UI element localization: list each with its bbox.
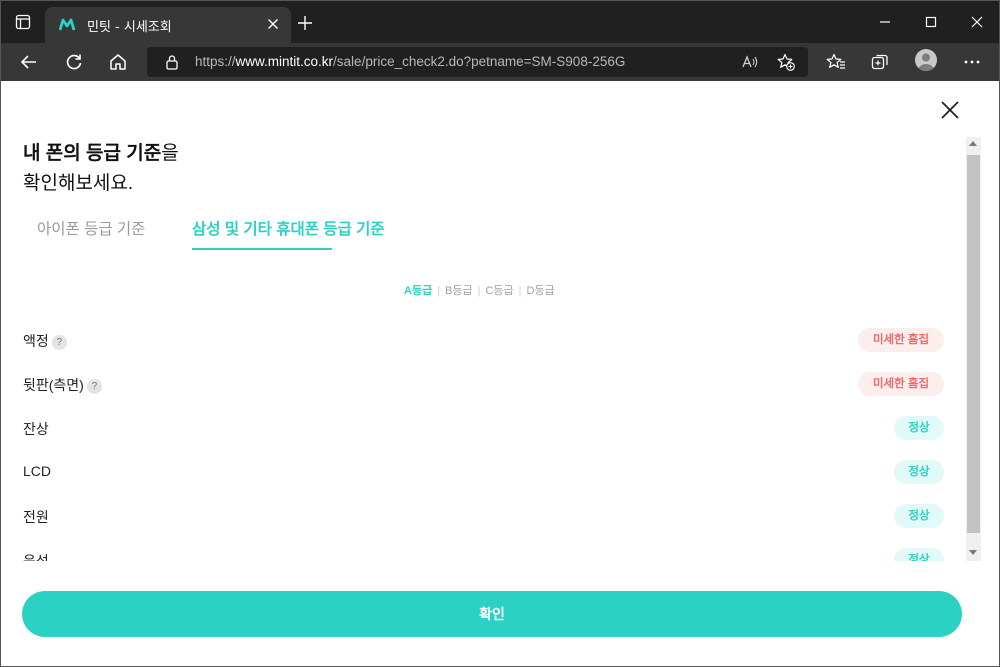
favorites-icon[interactable] <box>826 52 846 72</box>
criteria-label: LCD <box>23 463 52 479</box>
modal-heading: 내 폰의 등급 기준을 확인해보세요. <box>23 139 179 199</box>
address-bar[interactable]: https://www.mintit.co.kr/sale/price_chec… <box>147 47 808 77</box>
status-badge: 미세한 흠집 <box>858 372 944 396</box>
grade-b[interactable]: B등급 <box>445 282 473 298</box>
more-menu-icon[interactable] <box>962 52 982 72</box>
collections-icon[interactable] <box>870 52 890 72</box>
grade-selector: A등급 | B등급 | C등급 | D등급 <box>404 282 555 298</box>
criteria-row-voice: 음성 정상 <box>1 539 966 561</box>
window-close-icon[interactable] <box>967 12 987 32</box>
criteria-row-afterimage: 잔상 정상 <box>1 407 966 451</box>
criteria-label: 음성 <box>23 553 49 561</box>
grade-criteria-modal: 내 폰의 등급 기준을 확인해보세요. 아이폰 등급 기준 삼성 및 기타 휴대… <box>1 81 999 666</box>
grade-separator: | <box>437 285 441 297</box>
scroll-down-arrow-icon[interactable] <box>969 550 977 555</box>
url-domain: www.mintit.co.kr <box>235 54 334 69</box>
address-toolbar: https://www.mintit.co.kr/sale/price_chec… <box>1 43 999 81</box>
mintit-favicon <box>59 18 76 31</box>
url-text[interactable]: https://www.mintit.co.kr/sale/price_chec… <box>195 54 625 69</box>
criteria-row-back-side: 뒷판(측면)? 미세한 흠집 <box>1 363 966 407</box>
criteria-list: 액정? 미세한 흠집 뒷판(측면)? 미세한 흠집 잔상 정상 LCD 정상 전… <box>1 319 966 561</box>
scroll-thumb[interactable] <box>967 155 980 533</box>
add-favorite-icon[interactable] <box>777 53 795 71</box>
criteria-label: 전원 <box>23 509 49 525</box>
tab-actions-icon[interactable] <box>15 14 31 30</box>
status-badge: 정상 <box>894 460 944 484</box>
scroll-up-arrow-icon[interactable] <box>969 141 977 146</box>
criteria-row-lcd: LCD 정상 <box>1 451 966 495</box>
browser-window: 민팃 - 시세조회 https://www.mintit.co.kr/sale/… <box>0 0 1000 667</box>
profile-avatar[interactable] <box>915 49 937 71</box>
minimize-icon[interactable] <box>875 12 895 32</box>
url-prefix: https:// <box>195 54 236 69</box>
active-tab-indicator <box>192 248 332 250</box>
status-badge: 정상 <box>894 504 944 528</box>
tab-title: 민팃 - 시세조회 <box>87 20 172 35</box>
new-tab-icon[interactable] <box>297 15 313 31</box>
home-icon[interactable] <box>108 52 128 72</box>
criteria-label: 뒷판(측면)? <box>23 375 102 395</box>
lock-icon[interactable] <box>165 54 179 70</box>
url-path: /sale/price_check2.do?petname=SM-S908-25… <box>333 54 626 69</box>
heading-strong: 내 폰의 등급 기준 <box>23 143 162 164</box>
browser-tab[interactable]: 민팃 - 시세조회 <box>45 7 291 43</box>
back-arrow-icon[interactable] <box>19 52 39 72</box>
tab-iphone-criteria[interactable]: 아이폰 등급 기준 <box>37 217 145 239</box>
user-icon <box>918 53 934 71</box>
status-badge: 정상 <box>894 548 944 561</box>
criteria-row-screen: 액정? 미세한 흠집 <box>1 319 966 363</box>
criteria-label-text: 뒷판(측면) <box>23 377 84 393</box>
criteria-label-text: 액정 <box>23 333 49 349</box>
criteria-label: 액정? <box>23 331 67 351</box>
grade-d[interactable]: D등급 <box>527 282 555 298</box>
grade-separator: | <box>477 285 481 297</box>
modal-close-icon[interactable] <box>939 99 961 121</box>
refresh-icon[interactable] <box>64 52 84 72</box>
tab-samsung-criteria[interactable]: 삼성 및 기타 휴대폰 등급 기준 <box>192 217 385 239</box>
scrollbar[interactable] <box>966 137 981 561</box>
tab-close-icon[interactable] <box>265 16 281 32</box>
heading-line-2: 확인해보세요. <box>23 173 134 194</box>
heading-line-1: 내 폰의 등급 기준을 <box>23 139 179 169</box>
grade-separator: | <box>518 285 522 297</box>
criteria-label: 잔상 <box>23 421 49 437</box>
grade-c[interactable]: C등급 <box>485 282 513 298</box>
maximize-icon[interactable] <box>921 12 941 32</box>
help-icon[interactable]: ? <box>86 379 102 394</box>
help-icon[interactable]: ? <box>51 335 67 350</box>
heading-particle: 을 <box>161 143 179 164</box>
grade-a[interactable]: A등급 <box>404 282 432 298</box>
title-bar: 민팃 - 시세조회 <box>1 1 999 43</box>
criteria-row-power: 전원 정상 <box>1 495 966 539</box>
status-badge: 정상 <box>894 416 944 440</box>
confirm-button[interactable]: 확인 <box>22 591 962 637</box>
status-badge: 미세한 흠집 <box>858 328 944 352</box>
read-aloud-icon[interactable] <box>741 53 759 71</box>
